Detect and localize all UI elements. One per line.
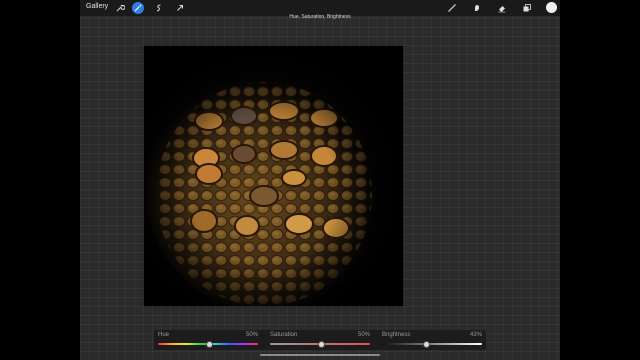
hue-value: 50%: [245, 332, 258, 338]
brightness-track[interactable]: [382, 343, 482, 345]
procreate-screen: Gallery Hue, Saturation, Brightness Hue …: [80, 0, 560, 360]
hue-label: Hue: [158, 332, 170, 338]
brightness-slider-group: Brightness 43%: [382, 332, 482, 348]
selection-icon[interactable]: [153, 2, 165, 14]
eraser-icon[interactable]: [496, 2, 508, 14]
smudge-icon[interactable]: [471, 2, 483, 14]
brightness-thumb[interactable]: [422, 341, 430, 348]
hsb-adjustment-panel: Hue 50% Saturation 50% Brightness 43%: [154, 330, 486, 350]
wrench-icon[interactable]: [114, 2, 126, 14]
adjustment-title: Hue, Saturation, Brightness: [289, 14, 351, 20]
color-picker-swatch[interactable]: [546, 2, 557, 13]
brightness-value: 43%: [469, 332, 482, 338]
saturation-thumb[interactable]: [317, 341, 325, 348]
brush-icon[interactable]: [446, 2, 458, 14]
crocodile-skin-artwork: [144, 46, 403, 306]
artwork-canvas[interactable]: [144, 46, 403, 306]
brightness-label: Brightness: [382, 332, 411, 338]
hue-thumb[interactable]: [205, 341, 213, 348]
hue-slider-group: Hue 50%: [158, 332, 258, 348]
home-indicator[interactable]: [260, 354, 380, 356]
saturation-label: Saturation: [270, 332, 298, 338]
saturation-slider-group: Saturation 50%: [270, 332, 370, 348]
saturation-value: 50%: [357, 332, 370, 338]
layers-icon[interactable]: [521, 2, 533, 14]
transform-arrow-icon[interactable]: [174, 2, 186, 14]
magic-wand-icon[interactable]: [132, 2, 144, 14]
gallery-button[interactable]: Gallery: [86, 3, 108, 10]
